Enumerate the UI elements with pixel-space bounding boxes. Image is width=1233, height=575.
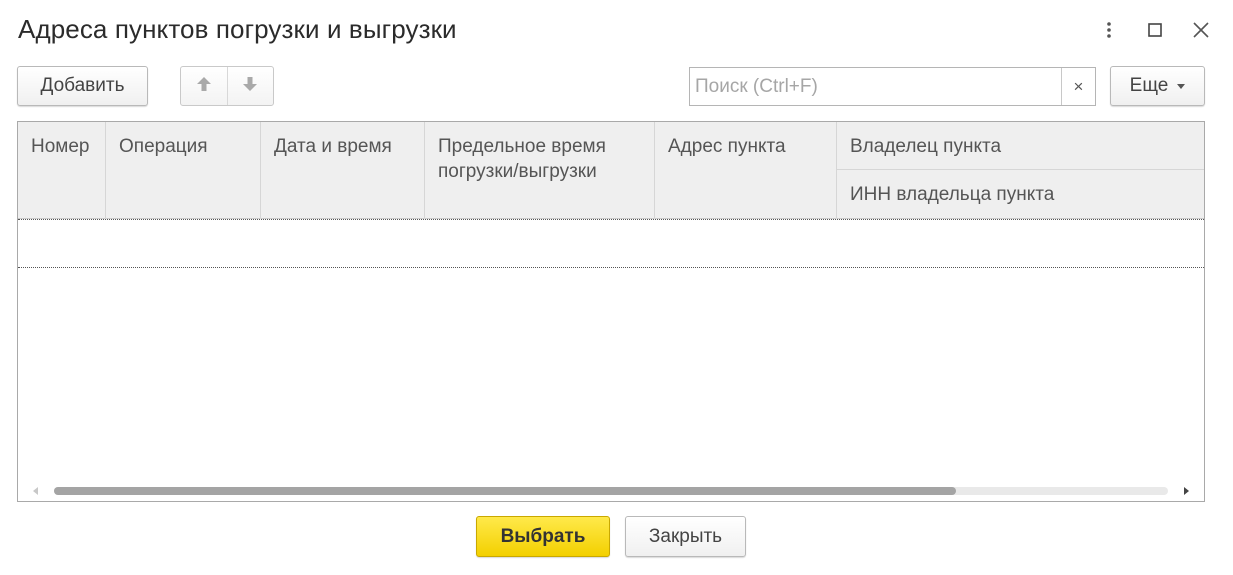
- more-button[interactable]: Еще: [1110, 66, 1205, 106]
- window-controls: [1077, 16, 1215, 44]
- select-button[interactable]: Выбрать: [476, 516, 610, 557]
- maximize-button[interactable]: [1141, 16, 1169, 44]
- search-box: ×: [689, 67, 1096, 106]
- chevron-down-icon: [1177, 83, 1186, 89]
- column-header-time-limit[interactable]: Предельное время погрузки/выгрузки: [425, 122, 655, 219]
- more-vertical-icon: [1106, 21, 1112, 39]
- move-buttons-group: [180, 66, 274, 106]
- search-input[interactable]: [690, 68, 1061, 105]
- move-down-button[interactable]: [226, 67, 274, 105]
- window-title: Адреса пунктов погрузки и выгрузки: [18, 14, 457, 44]
- scroll-left-icon: [33, 482, 39, 500]
- dialog-window: Адреса пунктов погрузки и выгрузки Добав…: [0, 0, 1233, 575]
- column-header-number[interactable]: Номер: [18, 122, 106, 219]
- scrollbar-thumb[interactable]: [54, 487, 957, 495]
- table-header: Номер Операция Дата и время Предельное в…: [18, 122, 1204, 219]
- maximize-icon: [1148, 23, 1162, 37]
- scrollbar-track[interactable]: [54, 487, 1168, 495]
- column-header-datetime[interactable]: Дата и время: [261, 122, 425, 219]
- more-button-label: Еще: [1129, 75, 1169, 96]
- arrow-up-icon: [195, 75, 213, 98]
- horizontal-scrollbar[interactable]: [18, 479, 1204, 501]
- table-row[interactable]: [18, 219, 1204, 268]
- column-header-owner-inn[interactable]: ИНН владельца пункта: [837, 170, 1204, 218]
- close-window-button[interactable]: [1187, 16, 1215, 44]
- scroll-right-button[interactable]: [1180, 485, 1192, 497]
- addresses-table[interactable]: Номер Операция Дата и время Предельное в…: [17, 121, 1205, 502]
- close-icon: [1193, 22, 1209, 38]
- search-clear-button[interactable]: ×: [1061, 68, 1095, 105]
- add-button[interactable]: Добавить: [17, 66, 148, 106]
- arrow-down-icon: [241, 75, 259, 98]
- more-actions-button[interactable]: [1095, 16, 1123, 44]
- column-header-operation[interactable]: Операция: [106, 122, 261, 219]
- close-button[interactable]: Закрыть: [625, 516, 746, 557]
- scroll-right-icon: [1183, 482, 1189, 500]
- column-header-address[interactable]: Адрес пункта: [655, 122, 837, 219]
- scroll-left-button[interactable]: [30, 485, 42, 497]
- move-up-button[interactable]: [181, 67, 227, 105]
- column-header-owner[interactable]: Владелец пункта: [837, 122, 1204, 170]
